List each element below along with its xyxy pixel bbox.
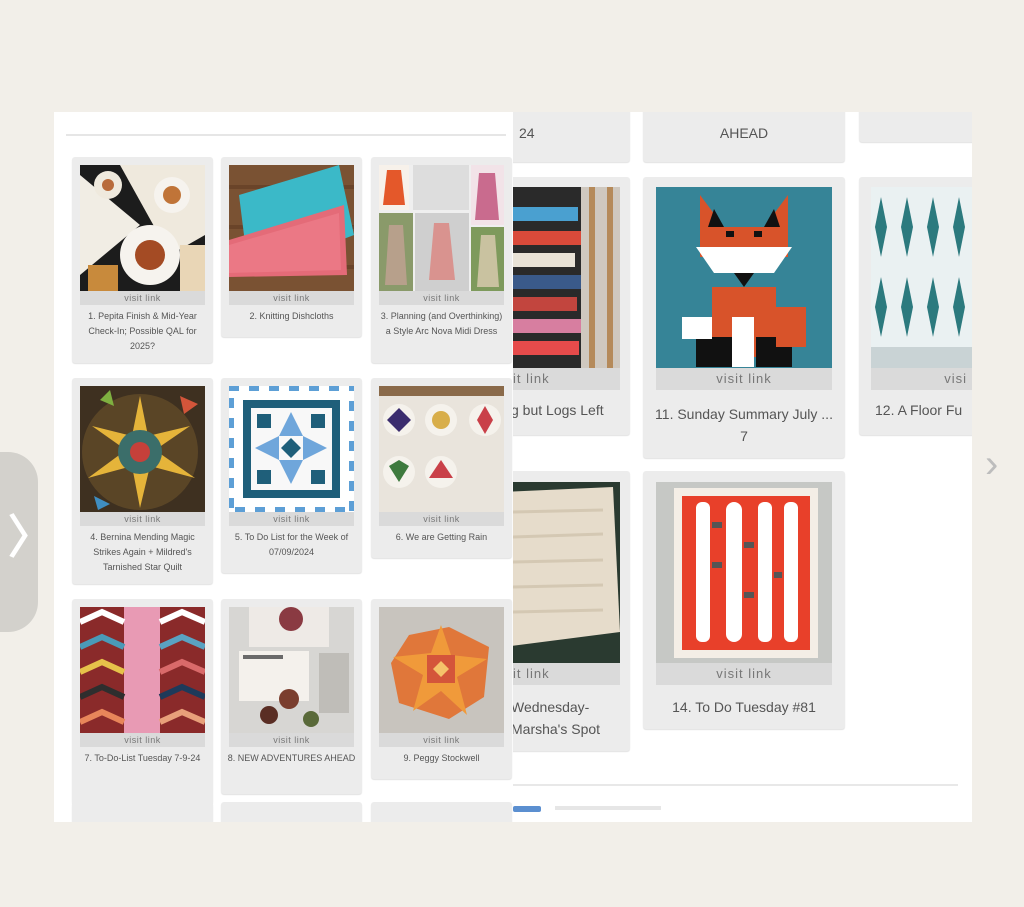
link-caption[interactable]: 7. To-Do-List Tuesday 7-9-24	[78, 751, 207, 766]
link-card-12[interactable]: visi 12. A Floor Fu	[859, 177, 972, 435]
link-card-partial[interactable]	[371, 802, 512, 822]
thumb-new-adventures[interactable]	[229, 607, 354, 733]
thumb-chevron-quilt[interactable]	[80, 607, 205, 733]
link-caption[interactable]: 5. To Do List for the Week of 07/09/2024	[227, 530, 356, 560]
thumb-dress-collage[interactable]	[379, 165, 504, 291]
thumb-orange-star[interactable]	[379, 607, 504, 733]
thumb-blue-star-block[interactable]	[229, 386, 354, 512]
pagination-bar	[555, 806, 661, 810]
link-caption[interactable]: 24	[519, 122, 579, 144]
thumb-red-wave-quilt[interactable]	[656, 482, 832, 663]
link-card-7[interactable]: visit link 7. To-Do-List Tuesday 7-9-24	[72, 599, 213, 805]
visit-link[interactable]: visit link	[656, 368, 832, 390]
link-card-8[interactable]: visit link 8. NEW ADVENTURES AHEAD	[221, 599, 362, 794]
gallery-top-divider	[66, 112, 506, 136]
thumb-star-quilt[interactable]	[80, 386, 205, 512]
link-caption[interactable]: Wednesday- Marsha's Spot	[513, 696, 630, 740]
link-caption[interactable]: AHEAD	[643, 122, 845, 144]
link-caption[interactable]: 6. We are Getting Rain	[377, 530, 506, 545]
link-card-11[interactable]: visit link 11. Sunday Summary July ... 7	[643, 177, 845, 458]
link-card-13[interactable]: it link Wednesday- Marsha's Spot	[513, 471, 630, 751]
thumb-log-cabin-stack[interactable]	[513, 187, 620, 368]
visit-link[interactable]: visit link	[379, 512, 504, 526]
visit-link[interactable]: visit link	[80, 733, 205, 747]
visit-link[interactable]: visi	[871, 368, 972, 390]
visit-link[interactable]: visit link	[229, 733, 354, 747]
visit-link[interactable]: visit link	[379, 733, 504, 747]
link-caption[interactable]: g but Logs Left	[513, 399, 630, 421]
link-card-1[interactable]: visit link 1. Pepita Finish & Mid-Year C…	[72, 157, 213, 363]
link-caption[interactable]: 1. Pepita Finish & Mid-Year Check-In; Po…	[78, 309, 207, 354]
left-gallery-panel: visit link 1. Pepita Finish & Mid-Year C…	[54, 112, 513, 822]
visit-link[interactable]: visit link	[80, 512, 205, 526]
link-caption[interactable]: 4. Bernina Mending Magic Strikes Again +…	[78, 530, 207, 575]
right-gallery-panel: 24 AHEAD it link g but Logs Left visit l…	[513, 112, 972, 822]
link-card-partial[interactable]	[72, 802, 213, 822]
chevron-right-icon: 〉	[8, 511, 54, 563]
link-card-3[interactable]: visit link 3. Planning (and Overthinking…	[371, 157, 512, 363]
next-arrow-icon[interactable]: ›	[985, 444, 998, 484]
link-caption[interactable]: 11. Sunday Summary July ... 7	[653, 403, 835, 447]
link-card-partial[interactable]	[859, 112, 972, 142]
link-caption[interactable]: 8. NEW ADVENTURES AHEAD	[227, 751, 356, 766]
thumb-dishcloths[interactable]	[229, 165, 354, 291]
thumb-floor-quilt[interactable]	[871, 187, 972, 368]
link-card-9[interactable]: visit link 9. Peggy Stockwell	[371, 599, 512, 779]
thumb-quilt-blocks[interactable]	[379, 386, 504, 512]
visit-link[interactable]: it link	[513, 663, 620, 685]
link-caption[interactable]: 14. To Do Tuesday #81	[653, 696, 835, 718]
link-card-14[interactable]: visit link 14. To Do Tuesday #81	[643, 471, 845, 729]
link-card-4[interactable]: visit link 4. Bernina Mending Magic Stri…	[72, 378, 213, 584]
visit-link[interactable]: visit link	[229, 512, 354, 526]
visit-link[interactable]: visit link	[656, 663, 832, 685]
link-caption[interactable]: 9. Peggy Stockwell	[377, 751, 506, 766]
link-party-gallery: visit link 1. Pepita Finish & Mid-Year C…	[54, 112, 972, 822]
link-card-partial[interactable]: 24	[513, 112, 630, 162]
visit-link[interactable]: visit link	[80, 291, 205, 305]
link-card-5[interactable]: visit link 5. To Do List for the Week of…	[221, 378, 362, 573]
link-card-partial[interactable]: AHEAD	[643, 112, 845, 162]
link-card-10[interactable]: it link g but Logs Left	[513, 177, 630, 435]
thumb-cream-dishcloths[interactable]	[513, 482, 620, 663]
thumb-fox-quilt[interactable]	[656, 187, 832, 368]
link-card-6[interactable]: visit link 6. We are Getting Rain	[371, 378, 512, 558]
visit-link[interactable]: it link	[513, 368, 620, 390]
link-card-2[interactable]: visit link 2. Knitting Dishcloths	[221, 157, 362, 337]
link-caption[interactable]: 2. Knitting Dishcloths	[227, 309, 356, 324]
gallery-bottom-divider	[513, 784, 958, 786]
pagination-button[interactable]	[513, 806, 541, 812]
side-panel-tab[interactable]: 〉	[0, 452, 54, 632]
link-card-partial[interactable]	[221, 802, 362, 822]
visit-link[interactable]: visit link	[379, 291, 504, 305]
thumb-pumpkin-quilt[interactable]	[80, 165, 205, 291]
visit-link[interactable]: visit link	[229, 291, 354, 305]
link-caption[interactable]: 3. Planning (and Overthinking) a Style A…	[377, 309, 506, 339]
link-caption[interactable]: 12. A Floor Fu	[871, 399, 972, 421]
